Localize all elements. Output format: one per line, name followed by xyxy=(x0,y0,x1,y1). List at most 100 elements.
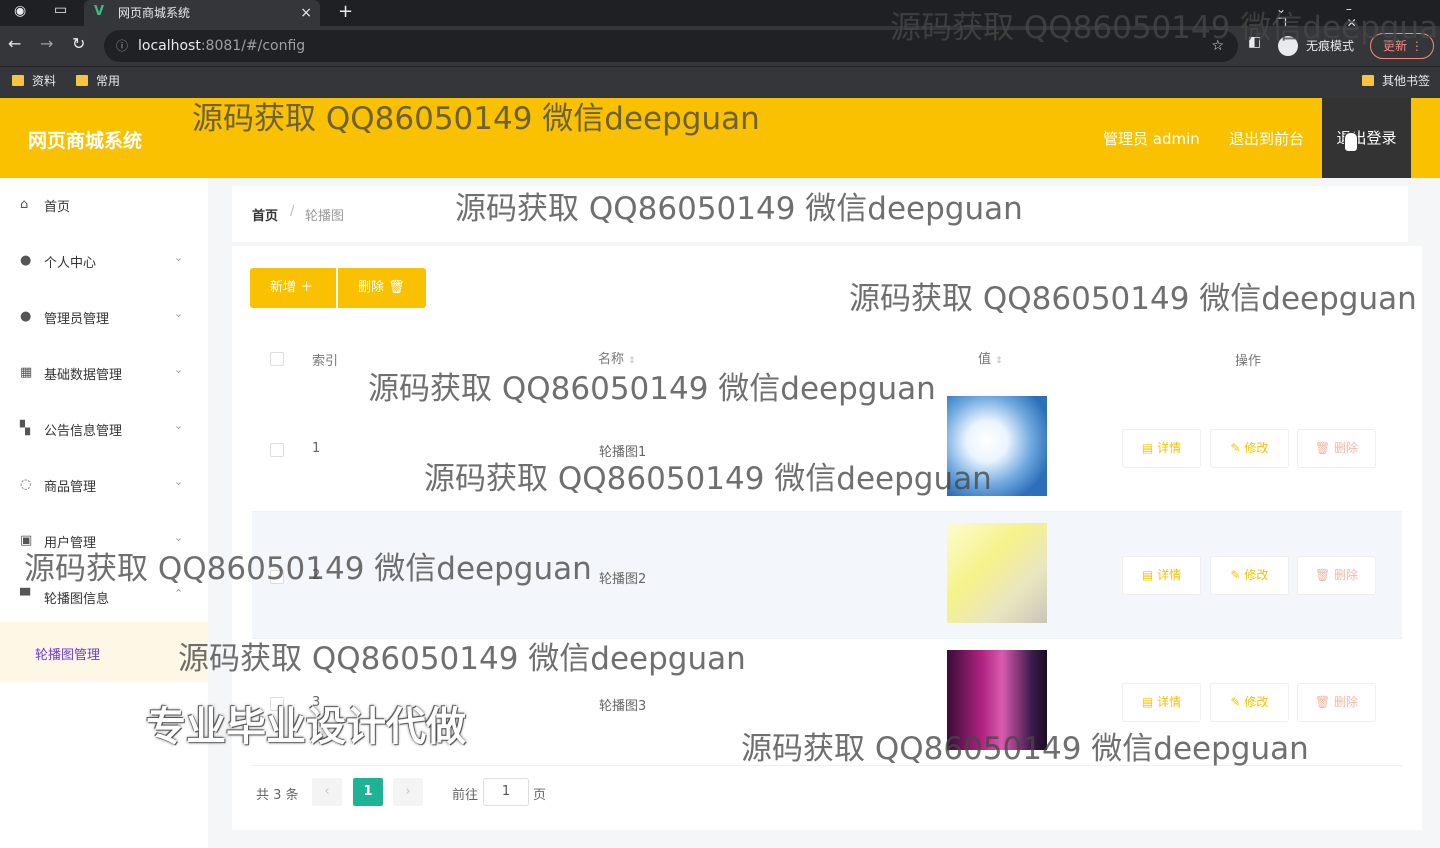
leaf-icon: ● xyxy=(20,309,32,324)
delete-label: 删除 xyxy=(1334,441,1359,455)
batch-delete-button[interactable]: 删除 🗑 xyxy=(338,268,426,308)
bookmark-folder-resources[interactable]: 资料 xyxy=(10,67,56,95)
breadcrumb-separator: / xyxy=(290,204,295,219)
browser-tab[interactable]: V 网页商城系统 × xyxy=(84,0,320,26)
row-checkbox[interactable] xyxy=(270,570,284,584)
edit-label: 修改 xyxy=(1244,568,1269,582)
edit-label: 修改 xyxy=(1244,441,1269,455)
app-brand: 网页商城系统 xyxy=(28,130,143,152)
back-icon[interactable]: ← xyxy=(8,34,21,53)
power-icon: ◌ xyxy=(20,477,32,492)
row-checkbox[interactable] xyxy=(270,443,284,457)
edit-button[interactable]: ✎ 修改 xyxy=(1210,556,1289,595)
delete-button-label: 删除 xyxy=(358,280,385,295)
sidebar-item-label: 管理员管理 xyxy=(44,312,110,327)
exit-to-front-link[interactable]: 退出到前台 xyxy=(1229,128,1304,149)
sort-icon[interactable]: ⇕ xyxy=(628,356,636,366)
table-row: 3 轮播图3 ▤ 详情 ✎ 修改 🗑 删除 xyxy=(252,639,1402,766)
sidebar-toggle-icon[interactable]: ◧ xyxy=(1248,34,1261,50)
row-index: 2 xyxy=(312,568,321,583)
column-header-value-label: 值 xyxy=(978,352,992,367)
sidebar-item-user-management[interactable]: ▣ 用户管理 ⌄ xyxy=(0,514,208,570)
sidebar-item-admin-management[interactable]: ● 管理员管理 ⌄ xyxy=(0,290,208,346)
row-name: 轮播图1 xyxy=(599,445,647,460)
admin-user-label: 管理员 admin xyxy=(1103,130,1200,148)
pagination-goto-input[interactable]: 1 xyxy=(483,778,529,806)
tab-close-icon[interactable]: × xyxy=(300,0,312,26)
url-path: :8081/#/config xyxy=(200,38,306,54)
pagination-next-button[interactable]: › xyxy=(393,778,423,806)
sidebar-item-personal-center[interactable]: ● 个人中心 ⌄ xyxy=(0,234,208,290)
delete-button[interactable]: 🗑 删除 xyxy=(1297,429,1376,468)
address-bar[interactable]: ⓘ localhost:8081/#/config ☆ xyxy=(104,30,1238,62)
edit-button[interactable]: ✎ 修改 xyxy=(1210,683,1289,722)
incognito-icon xyxy=(1278,36,1298,56)
other-bookmarks[interactable]: 其他书签 xyxy=(1360,67,1430,95)
presentation-icon: ▀ xyxy=(20,589,30,604)
tab-overview-icon[interactable]: ▭ xyxy=(54,2,67,18)
detail-button[interactable]: ▤ 详情 xyxy=(1122,683,1201,722)
chevron-up-icon: ⌃ xyxy=(174,587,184,600)
browser-tab-strip: ◉ ▭ V 网页商城系统 × + ⌄ – ❐ ✕ xyxy=(0,0,1440,30)
incognito-label: 无痕模式 xyxy=(1306,39,1355,53)
update-button[interactable]: 更新 ⋮ xyxy=(1370,33,1434,59)
edit-label: 修改 xyxy=(1244,695,1269,709)
sort-icon[interactable]: ⇕ xyxy=(995,356,1003,366)
sidebar-item-notice-management[interactable]: ▚ 公告信息管理 ⌄ xyxy=(0,402,208,458)
pagination-goto-label: 前往 xyxy=(452,788,479,803)
sidebar-item-label: 个人中心 xyxy=(44,256,97,271)
row-checkbox[interactable] xyxy=(270,697,284,711)
pagination-total: 共 3 条 xyxy=(256,788,299,803)
users-icon: ▣ xyxy=(20,533,33,548)
breadcrumb: 首页 / 轮播图 xyxy=(232,186,1408,242)
delete-button[interactable]: 🗑 删除 xyxy=(1297,683,1376,722)
select-all-checkbox[interactable] xyxy=(270,352,284,366)
carousel-thumbnail-image xyxy=(947,523,1047,623)
forward-icon[interactable]: → xyxy=(40,34,53,53)
column-header-index: 索引 xyxy=(312,354,339,369)
detail-button[interactable]: ▤ 详情 xyxy=(1122,429,1201,468)
bookmark-folder-common[interactable]: 常用 xyxy=(74,67,120,95)
chevron-down-icon: ⌄ xyxy=(174,251,184,264)
url-host: localhost xyxy=(138,38,201,54)
sidebar-item-carousel-info[interactable]: ▀ 轮播图信息 ⌃ xyxy=(0,570,208,626)
reload-icon[interactable]: ↻ xyxy=(72,34,85,53)
edit-button[interactable]: ✎ 修改 xyxy=(1210,429,1289,468)
carousel-thumbnail-image xyxy=(947,650,1047,750)
detail-label: 详情 xyxy=(1157,441,1182,455)
detail-button[interactable]: ▤ 详情 xyxy=(1122,556,1201,595)
sidebar-item-goods-management[interactable]: ◌ 商品管理 ⌄ xyxy=(0,458,208,514)
detail-label: 详情 xyxy=(1157,695,1182,709)
pagination-page-1[interactable]: 1 xyxy=(353,778,383,806)
sidebar-item-label: 用户管理 xyxy=(44,536,97,551)
breadcrumb-home[interactable]: 首页 xyxy=(252,205,278,224)
detail-label: 详情 xyxy=(1157,568,1182,582)
browser-toolbar: ← → ↻ ⓘ localhost:8081/#/config ☆ ◧ 无痕模式… xyxy=(0,26,1440,66)
pagination-page-unit: 页 xyxy=(533,788,547,803)
column-header-value[interactable]: 值 ⇕ xyxy=(978,348,1003,367)
sidebar-item-basic-data[interactable]: ▦ 基础数据管理 ⌄ xyxy=(0,346,208,402)
chrome-menu-icon[interactable]: ◉ xyxy=(14,3,26,19)
delete-button[interactable]: 🗑 删除 xyxy=(1297,556,1376,595)
logout-button[interactable]: 退出登录 xyxy=(1322,98,1411,178)
incognito-badge[interactable]: 无痕模式 xyxy=(1278,34,1354,58)
sidebar-item-home[interactable]: ⌂ 首页 xyxy=(0,178,208,234)
tab-title: 网页商城系统 xyxy=(118,6,191,20)
info-icon[interactable]: ⓘ xyxy=(116,30,128,62)
column-header-name-label: 名称 xyxy=(598,352,625,367)
column-header-actions: 操作 xyxy=(1235,354,1262,369)
add-button-label: 新增 xyxy=(270,280,297,295)
carousel-thumbnail-image xyxy=(947,396,1047,496)
column-header-name[interactable]: 名称 ⇕ xyxy=(598,348,636,367)
pagination-prev-button[interactable]: ‹ xyxy=(312,778,342,806)
user-icon: ● xyxy=(20,253,32,268)
bookmarks-bar: 资料 常用 其他书签 xyxy=(0,66,1440,98)
add-button[interactable]: 新增 ＋ xyxy=(250,268,336,308)
delete-label: 删除 xyxy=(1334,568,1359,582)
bookmark-star-icon[interactable]: ☆ xyxy=(1211,30,1224,62)
sidebar-item-label: 基础数据管理 xyxy=(44,368,123,383)
new-tab-button[interactable]: + xyxy=(338,1,353,22)
chevron-down-icon: ⌄ xyxy=(174,531,184,544)
sidebar-subitem-carousel-management[interactable]: 轮播图管理 xyxy=(0,622,208,682)
breadcrumb-current: 轮播图 xyxy=(305,209,345,224)
